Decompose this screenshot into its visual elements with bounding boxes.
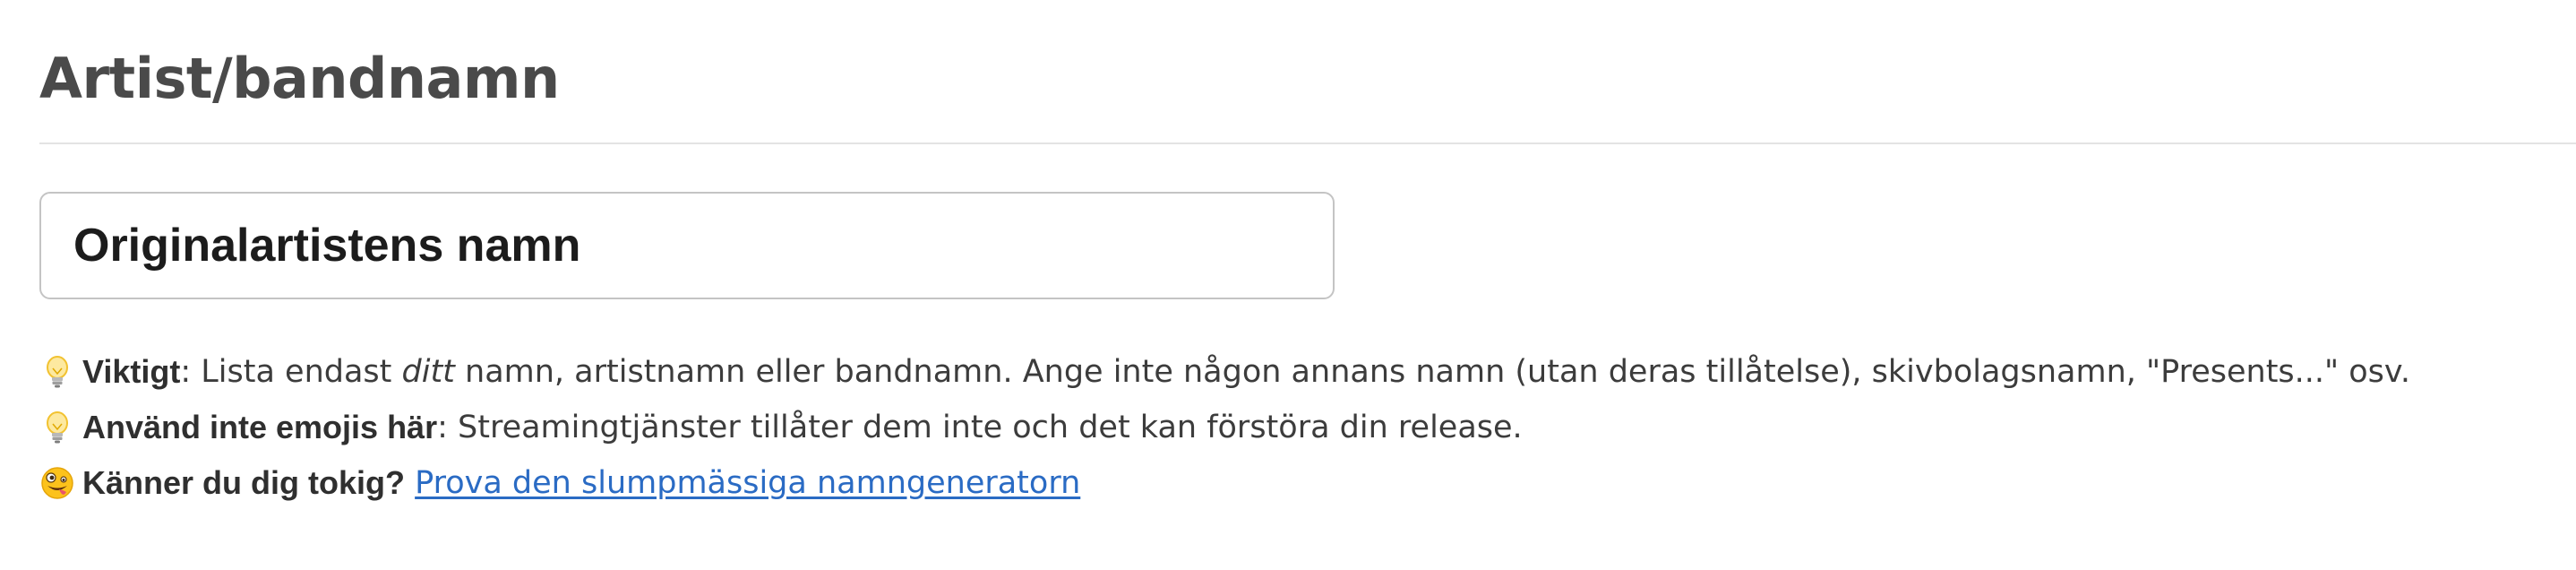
tips-list: Viktigt: Lista endast ditt namn, artistn… xyxy=(39,344,2547,511)
tip-no-emojis-label: Använd inte emojis här xyxy=(82,409,438,445)
artist-name-input[interactable] xyxy=(39,192,1335,299)
tip-important-text-after: namn, artistnamn eller bandnamn. Ange in… xyxy=(454,354,2411,390)
tip-crazy-gap xyxy=(405,455,415,511)
section-divider xyxy=(39,142,2576,144)
tip-crazy-label: Känner du dig tokig? xyxy=(82,464,405,501)
tip-important: Viktigt: Lista endast ditt namn, artistn… xyxy=(39,344,2547,400)
tip-important-label: Viktigt xyxy=(82,353,181,390)
tip-important-text-before: : Lista endast xyxy=(180,354,402,390)
tip-no-emojis: Använd inte emojis här: Streamingtjänste… xyxy=(39,400,2547,455)
tip-no-emojis-text: : Streamingtjänster tillåter dem inte oc… xyxy=(437,410,1523,445)
tip-crazy: Känner du dig tokig? Prova den slumpmäss… xyxy=(39,455,2547,511)
zany-face-icon xyxy=(39,465,75,501)
lightbulb-icon xyxy=(39,410,75,445)
tip-important-emphasis: ditt xyxy=(401,354,455,390)
lightbulb-icon xyxy=(39,354,75,390)
random-name-generator-link[interactable]: Prova den slumpmässiga namngeneratorn xyxy=(415,455,1080,511)
section-title: Artist/bandnamn xyxy=(39,46,560,111)
